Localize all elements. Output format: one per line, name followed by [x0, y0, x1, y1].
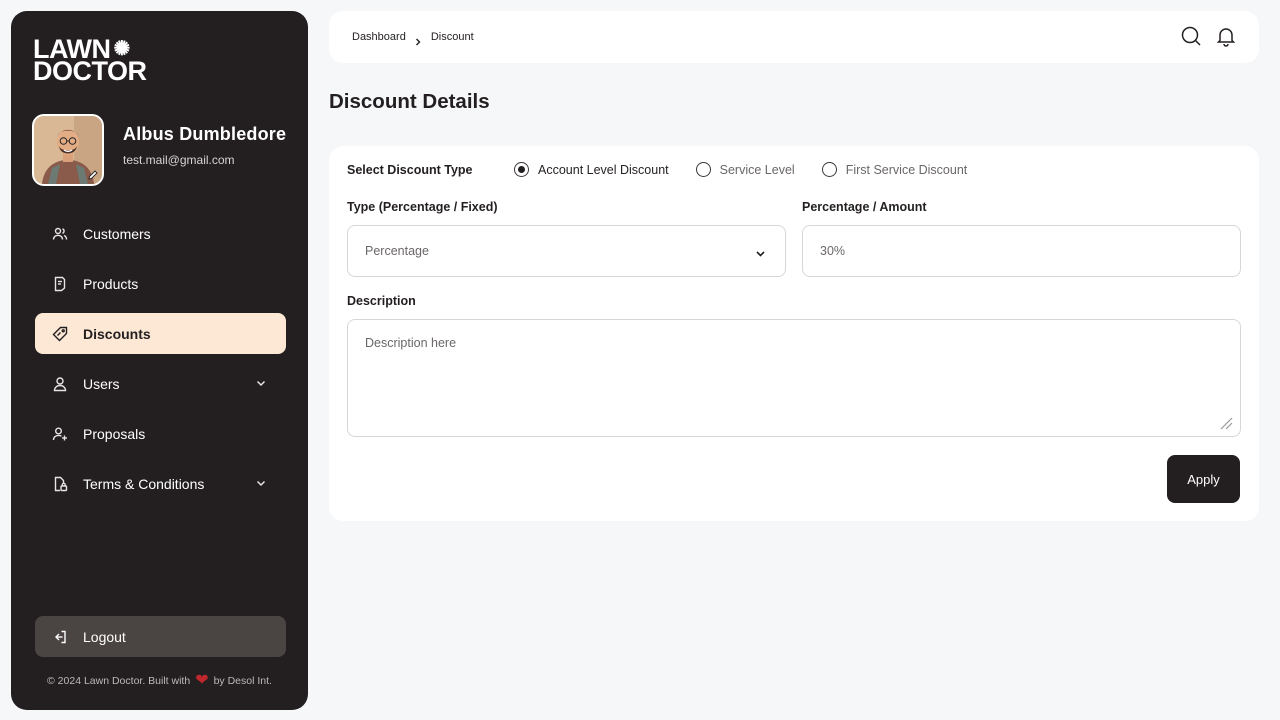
- resize-handle-icon[interactable]: [1219, 416, 1233, 430]
- edit-pencil-icon[interactable]: [87, 169, 99, 181]
- heart-icon: ❤: [195, 672, 209, 689]
- discount-type-label: Select Discount Type: [347, 163, 473, 177]
- sidebar-item-products[interactable]: Products: [35, 263, 286, 304]
- type-select-value: Percentage: [365, 244, 429, 258]
- sidebar-item-label: Terms & Conditions: [83, 475, 205, 492]
- logout-label: Logout: [83, 628, 126, 645]
- description-textarea[interactable]: [348, 320, 1240, 436]
- radio-selected-icon[interactable]: [514, 162, 529, 177]
- radio-label: Service Level: [719, 162, 795, 177]
- top-bar: Dashboard Discount: [329, 11, 1259, 63]
- sidebar-item-customers[interactable]: Customers: [35, 213, 286, 254]
- apply-button[interactable]: Apply: [1167, 455, 1240, 503]
- bell-icon[interactable]: [1215, 25, 1237, 47]
- radio-account-level-discount[interactable]: Account Level Discount: [514, 162, 669, 177]
- radio-service-level[interactable]: Service Level: [695, 162, 795, 177]
- footer-credits: © 2024 Lawn Doctor. Built with ❤ by Deso…: [11, 672, 308, 689]
- radio-unselected-icon[interactable]: [695, 162, 711, 177]
- profile-name: Albus Dumbledore: [123, 123, 287, 144]
- search-icon[interactable]: [1180, 25, 1202, 47]
- sidebar-item-proposals[interactable]: Proposals: [35, 413, 286, 454]
- radio-label: Account Level Discount: [538, 162, 669, 177]
- file-lock-icon: [52, 476, 68, 492]
- logout-button[interactable]: Logout: [35, 616, 286, 657]
- user-icon: [52, 376, 68, 392]
- lawn-doctor-logo[interactable]: LAWN ✺ DOCTOR: [33, 36, 153, 85]
- top-bar-actions: [1180, 25, 1237, 47]
- radio-first-service-discount[interactable]: First Service Discount: [821, 162, 968, 177]
- sidebar-nav: Customers Products Discounts Users Propo…: [35, 213, 286, 513]
- logo-line-2: DOCTOR: [33, 56, 147, 86]
- sidebar-item-label: Customers: [83, 225, 151, 242]
- sidebar-item-label: Discounts: [83, 325, 151, 342]
- footer-text-after: by Desol Int.: [213, 675, 272, 687]
- description-field-label: Description: [347, 294, 416, 308]
- users-icon: [52, 226, 68, 242]
- profile-email: test.mail@gmail.com: [123, 152, 235, 167]
- breadcrumb-dashboard[interactable]: Dashboard: [352, 31, 406, 43]
- footer-text-before: © 2024 Lawn Doctor. Built with: [47, 675, 191, 687]
- page-title: Discount Details: [329, 90, 490, 113]
- chevron-right-icon: [414, 33, 422, 46]
- tag-icon: [52, 326, 68, 342]
- amount-input[interactable]: [802, 225, 1241, 277]
- sidebar-item-terms-conditions[interactable]: Terms & Conditions: [35, 463, 286, 504]
- amount-field-label: Percentage / Amount: [802, 200, 927, 214]
- discount-type-radio-group: Account Level Discount Service Level Fir…: [514, 162, 994, 177]
- breadcrumb-discount: Discount: [430, 31, 474, 43]
- avatar[interactable]: [32, 114, 104, 186]
- discount-form-card: Select Discount Type Account Level Disco…: [329, 146, 1259, 521]
- chevron-down-icon[interactable]: [254, 476, 268, 490]
- user-plus-icon: [52, 426, 68, 442]
- sidebar: LAWN ✺ DOCTOR Albus Dumbledore test.mail…: [11, 11, 308, 710]
- sidebar-item-label: Proposals: [83, 425, 146, 442]
- sidebar-item-discounts[interactable]: Discounts: [35, 313, 286, 354]
- logout-icon: [52, 629, 68, 645]
- radio-unselected-icon[interactable]: [821, 162, 837, 177]
- discount-type-row: Select Discount Type Account Level Disco…: [347, 162, 967, 177]
- user-profile: Albus Dumbledore test.mail@gmail.com: [32, 114, 286, 186]
- document-icon: [52, 276, 68, 292]
- sidebar-item-users[interactable]: Users: [35, 363, 286, 404]
- type-select[interactable]: Percentage: [347, 225, 786, 277]
- chevron-down-icon[interactable]: [254, 376, 268, 390]
- type-field-label: Type (Percentage / Fixed): [347, 200, 498, 214]
- sidebar-item-label: Users: [83, 375, 120, 392]
- sidebar-item-label: Products: [83, 275, 139, 292]
- radio-label: First Service Discount: [845, 162, 968, 177]
- description-field: [347, 319, 1241, 437]
- chevron-down-icon: [755, 246, 766, 257]
